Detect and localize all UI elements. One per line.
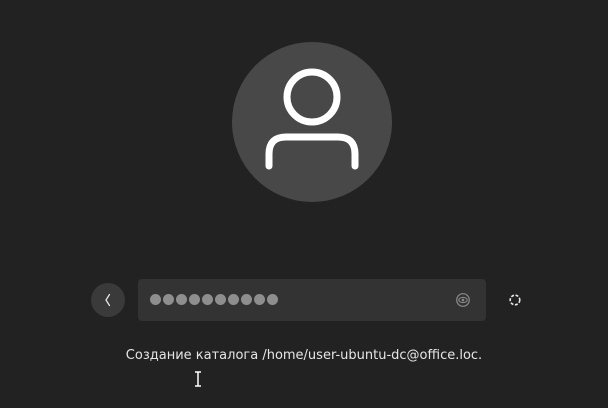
login-screen: Создание каталога /home/user-ubuntu-dc@o… bbox=[0, 0, 608, 408]
back-button[interactable] bbox=[91, 283, 125, 317]
password-dot bbox=[189, 294, 200, 305]
password-dot bbox=[254, 294, 265, 305]
password-dot bbox=[267, 294, 278, 305]
user-avatar bbox=[232, 42, 392, 202]
password-dot bbox=[215, 294, 226, 305]
password-dot bbox=[228, 294, 239, 305]
password-dot bbox=[150, 294, 161, 305]
password-dot bbox=[202, 294, 213, 305]
text-cursor-icon bbox=[195, 371, 201, 387]
status-message: Создание каталога /home/user-ubuntu-dc@o… bbox=[125, 348, 483, 363]
password-dot bbox=[163, 294, 174, 305]
password-input[interactable] bbox=[138, 279, 486, 321]
eye-icon[interactable] bbox=[454, 291, 472, 309]
user-avatar-icon bbox=[265, 68, 359, 170]
password-dot bbox=[241, 294, 252, 305]
password-dot bbox=[176, 294, 187, 305]
spinner-icon bbox=[509, 294, 521, 306]
password-masked-value bbox=[150, 293, 278, 307]
chevron-left-icon bbox=[105, 293, 111, 307]
